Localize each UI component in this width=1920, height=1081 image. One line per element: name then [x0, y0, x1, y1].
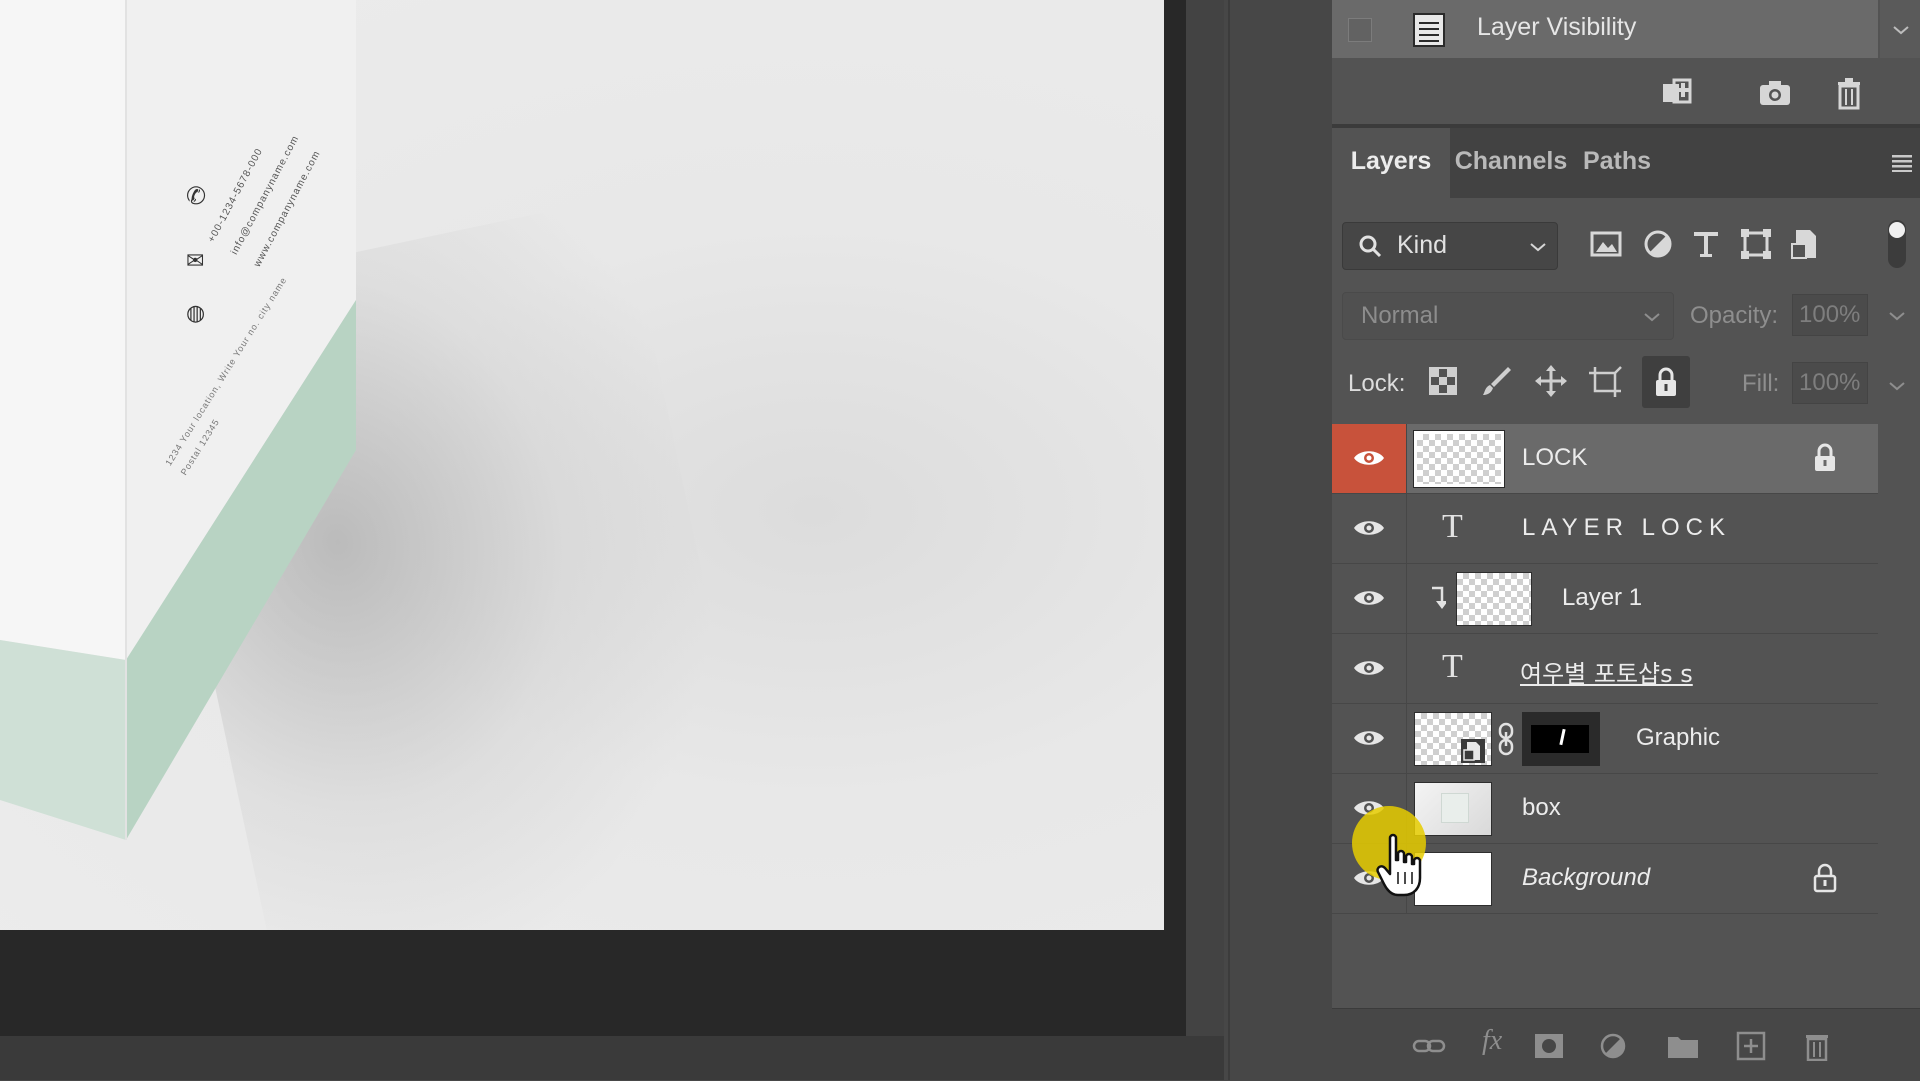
contact-phone-icon: ✆: [186, 183, 207, 210]
layer-thumbnail: [1414, 852, 1492, 906]
layer-thumbnail: [1414, 782, 1492, 836]
blend-mode-value: Normal: [1361, 302, 1439, 329]
history-panel: Layer Visibility: [1332, 0, 1920, 128]
tab-channels[interactable]: Channels: [1450, 128, 1572, 198]
delete-layer-icon[interactable]: [1800, 1031, 1834, 1061]
history-state-row[interactable]: Layer Visibility: [1332, 0, 1878, 58]
fill-value: 100%: [1799, 369, 1861, 396]
add-mask-icon[interactable]: [1532, 1031, 1566, 1061]
lock-all-icon: [1656, 367, 1676, 396]
new-layer-icon[interactable]: [1734, 1031, 1768, 1061]
lock-position-icon[interactable]: [1534, 364, 1568, 398]
tab-layers[interactable]: Layers: [1332, 128, 1450, 198]
history-scrollbar[interactable]: [1880, 0, 1920, 58]
hand-cursor-icon: [1376, 833, 1422, 897]
camera-snapshot-icon[interactable]: [1758, 76, 1792, 110]
filter-kind-select[interactable]: Kind: [1342, 222, 1558, 270]
layers-panel: Layers Channels Paths Kind Normal Opacit…: [1332, 128, 1920, 1081]
layer-name[interactable]: LAYER LOCK: [1522, 514, 1731, 542]
fill-dropdown-icon[interactable]: [1888, 380, 1906, 392]
smart-object-badge-icon: [1461, 739, 1485, 763]
layer-thumbnail: [1414, 712, 1492, 766]
visibility-toggle[interactable]: [1332, 634, 1407, 703]
shape-filter-icon[interactable]: [1738, 226, 1774, 262]
fx-icon[interactable]: fx: [1482, 1025, 1502, 1057]
layer-name[interactable]: box: [1522, 794, 1561, 822]
type-layer-icon: T: [1442, 508, 1463, 545]
opacity-value: 100%: [1799, 301, 1861, 328]
eye-icon: [1354, 661, 1384, 675]
contact-web-icon: ◍: [186, 300, 206, 325]
panel-tab-bar: Layers Channels Paths: [1332, 128, 1920, 198]
layer-name[interactable]: Background: [1522, 864, 1650, 892]
tab-paths[interactable]: Paths: [1572, 128, 1662, 198]
layers-footer: fx: [1332, 1008, 1920, 1081]
panel-menu-icon[interactable]: [1892, 154, 1912, 172]
layer-row-graphic[interactable]: Graphic: [1332, 704, 1878, 774]
blend-mode-select[interactable]: Normal: [1342, 292, 1674, 340]
eye-icon: [1354, 591, 1384, 605]
type-layer-icon: T: [1442, 648, 1463, 685]
history-source-checkbox[interactable]: [1348, 18, 1372, 42]
clipping-mask-arrow-icon: [1432, 586, 1446, 609]
chevron-down-icon: [1644, 313, 1660, 322]
adjustment-layer-icon[interactable]: [1598, 1031, 1632, 1061]
lock-icon: [1815, 443, 1835, 471]
layer-thumbnail: [1413, 430, 1505, 488]
opacity-field[interactable]: 100%: [1792, 294, 1868, 336]
fill-field[interactable]: 100%: [1792, 362, 1868, 404]
opacity-label: Opacity:: [1690, 302, 1779, 329]
type-filter-icon[interactable]: [1688, 226, 1724, 262]
layer-name[interactable]: LOCK: [1522, 444, 1587, 472]
filter-toggle-knob: [1889, 222, 1905, 238]
adjustment-filter-icon[interactable]: [1640, 226, 1676, 262]
visibility-toggle[interactable]: [1332, 564, 1407, 633]
lock-label: Lock:: [1348, 370, 1406, 397]
visibility-toggle[interactable]: [1332, 494, 1407, 563]
document-canvas[interactable]: ✆ ✉ ◍ +00-1234-5678-000 info@companyname…: [0, 0, 1164, 930]
link-layers-icon[interactable]: [1412, 1031, 1446, 1061]
layer-row-layer-lock[interactable]: T LAYER LOCK: [1332, 494, 1878, 564]
new-group-icon[interactable]: [1666, 1031, 1700, 1061]
layer-row-korean-text[interactable]: T 여우별 포토샵s s: [1332, 634, 1878, 704]
fill-label: Fill:: [1742, 370, 1780, 397]
filter-kind-label: Kind: [1397, 231, 1448, 259]
opacity-dropdown-icon[interactable]: [1888, 310, 1906, 322]
panel-dock-gutter: [1228, 0, 1334, 1080]
filter-toggle[interactable]: [1888, 220, 1906, 268]
layer-row-lock[interactable]: LOCK: [1332, 424, 1878, 494]
search-icon: [1359, 235, 1382, 258]
history-state-icon: [1413, 13, 1445, 47]
chevron-down-icon: [1530, 243, 1546, 252]
layer-thumbnail: [1456, 572, 1532, 626]
trash-icon[interactable]: [1832, 76, 1866, 110]
canvas-horizontal-scrollbar[interactable]: [0, 1036, 1224, 1080]
history-state-label: Layer Visibility: [1477, 13, 1637, 41]
lock-image-pixels-icon[interactable]: [1480, 364, 1514, 398]
lock-transparent-pixels-icon[interactable]: [1426, 364, 1460, 398]
layer-name[interactable]: 여우별 포토샵s s: [1520, 654, 1693, 689]
lock-all-button[interactable]: [1642, 356, 1690, 408]
mask-link-icon[interactable]: [1496, 722, 1516, 756]
visibility-toggle[interactable]: [1332, 424, 1407, 493]
lock-artboard-icon[interactable]: [1588, 364, 1622, 398]
canvas-vertical-scrollbar[interactable]: [1186, 0, 1224, 1040]
eye-icon: [1354, 451, 1384, 465]
contact-mail-icon: ✉: [186, 248, 205, 273]
eye-icon: [1354, 521, 1384, 535]
layer-name[interactable]: Graphic: [1636, 724, 1720, 752]
lock-icon: [1813, 863, 1837, 893]
image-filter-icon[interactable]: [1588, 226, 1624, 262]
eye-icon: [1354, 731, 1384, 745]
thumb-box-shape: [1441, 793, 1469, 823]
layer-mask-thumbnail[interactable]: [1522, 712, 1600, 766]
layer-name[interactable]: Layer 1: [1562, 584, 1642, 612]
visibility-toggle[interactable]: [1332, 704, 1407, 773]
layers-scrollbar[interactable]: [1878, 420, 1920, 1040]
smart-object-filter-icon[interactable]: [1788, 226, 1824, 262]
canvas-area[interactable]: ✆ ✉ ◍ +00-1234-5678-000 info@companyname…: [0, 0, 1186, 1080]
layer-row-layer-1[interactable]: Layer 1: [1332, 564, 1878, 634]
new-document-from-state-icon[interactable]: [1660, 76, 1694, 110]
